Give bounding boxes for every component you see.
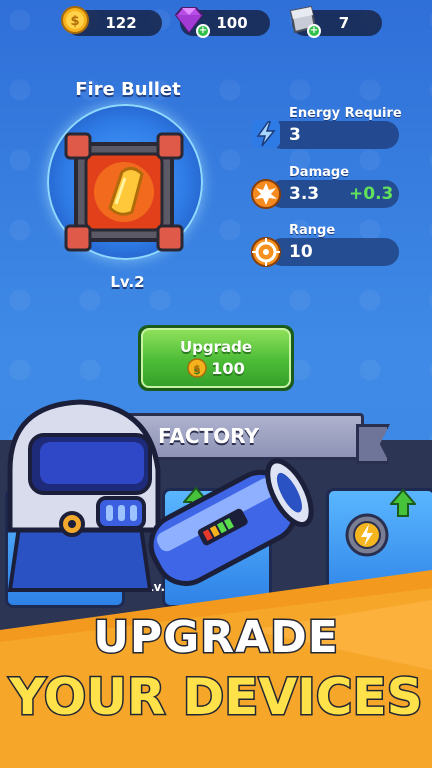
stat-value-energy: 3 bbox=[289, 125, 301, 145]
stat-bonus-damage: +0.3 bbox=[349, 184, 394, 204]
add-gems-icon[interactable]: + bbox=[196, 24, 210, 38]
stat-label-damage: Damage bbox=[289, 165, 350, 180]
coin-amount: 122 bbox=[105, 14, 137, 32]
stat-label-energy: Energy Require bbox=[289, 106, 402, 121]
stat-bar-range bbox=[268, 238, 399, 266]
explosion-icon bbox=[251, 179, 281, 209]
upgrade-button-face[interactable]: Upgrade $ 100 bbox=[141, 328, 291, 388]
promo-line-2: YOUR DEVICES bbox=[8, 667, 424, 728]
add-plates-icon[interactable]: + bbox=[307, 24, 321, 38]
target-icon bbox=[251, 237, 281, 267]
lightning-icon bbox=[252, 120, 280, 148]
upgrade-label: Upgrade bbox=[179, 338, 253, 356]
coin-icon: $ bbox=[187, 358, 208, 378]
plate-amount: 7 bbox=[338, 14, 350, 32]
svg-text:$: $ bbox=[70, 14, 79, 29]
weapon-level: Lv.2 bbox=[110, 273, 145, 291]
upgrade-cost: $ 100 bbox=[187, 358, 245, 378]
stat-value-damage: 3.3 bbox=[289, 184, 320, 204]
energy-gear-icon bbox=[345, 513, 389, 557]
stat-bar-energy bbox=[268, 121, 399, 149]
promo-line-1: UPGRADE bbox=[92, 611, 340, 665]
coin-icon: $ bbox=[61, 6, 89, 34]
fire-bullet-icon[interactable] bbox=[62, 130, 186, 254]
stat-value-range: 10 bbox=[289, 242, 313, 262]
upgrade-arrow-icon bbox=[390, 488, 416, 517]
upgrade-cost-value: 100 bbox=[211, 358, 245, 378]
svg-text:$: $ bbox=[194, 364, 201, 375]
stat-label-range: Range bbox=[289, 223, 336, 238]
weapon-name: Fire Bullet bbox=[75, 79, 181, 100]
